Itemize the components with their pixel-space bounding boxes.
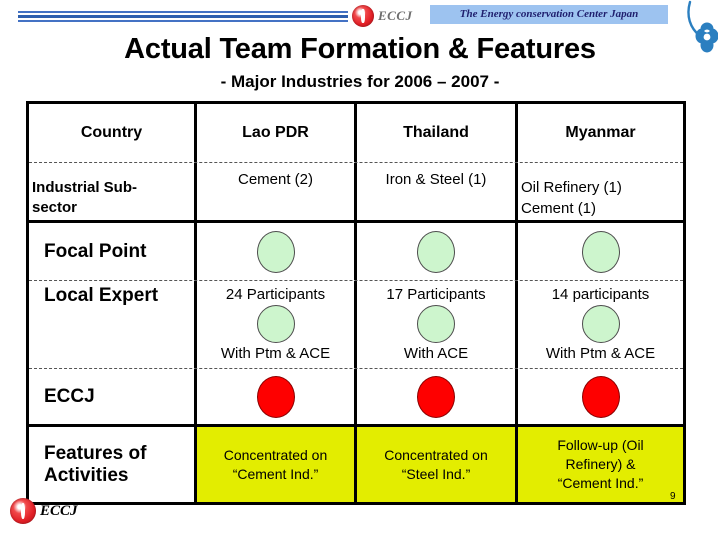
green-circle-icon — [256, 305, 295, 343]
table-header-thailand: Thailand — [357, 104, 518, 162]
red-circle-icon — [256, 375, 295, 418]
table-header-myanmar: Myanmar — [565, 124, 636, 141]
table-row-country: Country Lao PDR Thailand Myanmar — [29, 104, 683, 163]
subsector-label-line2: sector — [32, 198, 78, 216]
subsector-label-line1: Industrial Sub- — [32, 178, 137, 196]
features-thailand: Concentrated on “Steel Ind.” — [357, 427, 518, 502]
local-expert-lao: 24 Participants With Ptm & ACE — [197, 281, 357, 368]
page-subtitle: - Major Industries for 2006 – 2007 - — [220, 72, 500, 91]
features-label-line1: Features of — [44, 442, 147, 464]
page-title: Actual Team Formation & Features — [124, 33, 596, 65]
table-row-subsector: Industrial Sub- sector Cement (2) Iron &… — [29, 163, 683, 223]
local-expert-thailand: 17 Participants With ACE — [357, 281, 518, 368]
features-label-line2: Activities — [44, 464, 129, 486]
partner-note-lao: With Ptm & ACE — [220, 345, 331, 362]
features-myanmar-line3: “Cement Ind.” — [557, 475, 644, 491]
header-band: ECCJ The Energy conservation Center Japa… — [0, 0, 720, 34]
header-rule-middle — [18, 15, 348, 18]
table-row-eccj: ECCJ — [29, 369, 683, 427]
focal-point-thailand — [357, 223, 518, 280]
participants-count-myanmar: 14 participants — [551, 286, 650, 303]
footer-brand: ECCJ — [40, 503, 78, 519]
row-label-local-expert: Local Expert — [29, 281, 197, 368]
row-label-subsector: Industrial Sub- sector — [29, 163, 197, 220]
table-header-country: Country — [29, 104, 197, 162]
eccj-globe-icon — [10, 498, 36, 524]
partner-note-myanmar: With Ptm & ACE — [545, 345, 656, 362]
header-rule-top — [18, 11, 348, 13]
row-label-features: Features of Activities — [29, 427, 197, 502]
subsector-myanmar-line2: Cement (1) — [521, 199, 597, 217]
features-lao-line1: Concentrated on — [223, 446, 328, 463]
participants-count-lao: 24 Participants — [225, 286, 326, 303]
subsector-myanmar-line1: Oil Refinery (1) — [521, 178, 622, 196]
features-thailand-line2: “Steel Ind.” — [401, 465, 471, 482]
row-label-eccj: ECCJ — [29, 369, 197, 424]
table-row-focal-point: Focal Point — [29, 223, 683, 281]
partner-note-thailand: With ACE — [403, 345, 469, 362]
green-circle-icon — [417, 305, 455, 343]
green-circle-icon — [581, 230, 620, 273]
focal-point-lao — [197, 223, 357, 280]
red-circle-icon — [417, 375, 455, 418]
row-label-focal-point: Focal Point — [29, 223, 197, 280]
eccj-myanmar — [518, 369, 683, 424]
green-circle-icon — [417, 230, 455, 273]
header-rule-bottom — [18, 20, 348, 22]
local-expert-myanmar: 14 participants With Ptm & ACE — [518, 281, 683, 368]
eccj-globe-icon — [352, 5, 374, 27]
features-myanmar-line1: Follow-up (Oil — [557, 437, 644, 453]
subsector-thailand: Iron & Steel (1) — [357, 163, 518, 220]
eccj-brand-abbrev: ECCJ — [378, 8, 413, 23]
team-formation-table: Country Lao PDR Thailand Myanmar Industr… — [26, 101, 686, 505]
table-row-local-expert: Local Expert 24 Participants With Ptm & … — [29, 281, 683, 369]
features-myanmar: Follow-up (Oil Refinery) & “Cement Ind.” — [518, 427, 683, 502]
eccj-tagline: The Energy conservation Center Japan — [430, 5, 668, 24]
focal-point-myanmar — [518, 223, 683, 280]
subsector-myanmar: Oil Refinery (1) Cement (1) — [518, 163, 683, 220]
page-number: 9 — [670, 491, 676, 502]
features-lao-line2: “Cement Ind.” — [232, 465, 319, 482]
subsector-lao: Cement (2) — [197, 163, 357, 220]
eccj-thailand — [357, 369, 518, 424]
features-thailand-line1: Concentrated on — [384, 446, 488, 463]
green-circle-icon — [581, 305, 620, 343]
table-row-features: Features of Activities Concentrated on “… — [29, 427, 683, 502]
participants-count-thailand: 17 Participants — [386, 286, 486, 303]
table-header-lao-pdr: Lao PDR — [197, 104, 357, 162]
features-myanmar-line2: Refinery) & — [565, 456, 636, 472]
features-lao: Concentrated on “Cement Ind.” — [197, 427, 357, 502]
eccj-lao — [197, 369, 357, 424]
green-circle-icon — [256, 230, 295, 273]
red-circle-icon — [581, 375, 620, 418]
